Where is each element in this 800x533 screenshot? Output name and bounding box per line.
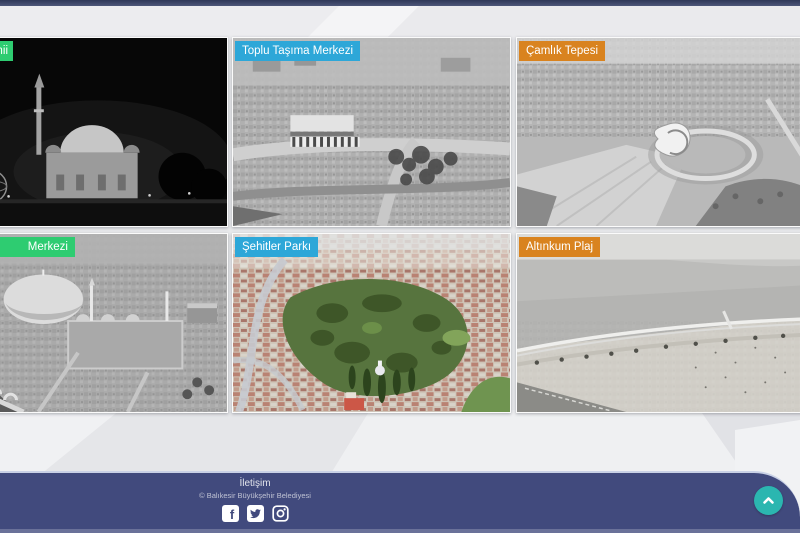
photo-beach-aerial	[517, 234, 800, 412]
footer-contact-column: İletişim © Balıkesir Büyükşehir Belediye…	[130, 475, 380, 522]
twitter-link[interactable]	[247, 505, 264, 522]
photo-bus-terminal-aerial	[233, 38, 510, 226]
footer: İletişim © Balıkesir Büyükşehir Belediye…	[0, 471, 800, 533]
gallery-card-sehitler-parki[interactable]: Şehitler Parkı	[232, 233, 511, 413]
card-label-sehitler-parki: Şehitler Parkı	[235, 237, 318, 257]
photo-night-mosque	[0, 38, 227, 226]
social-links: f	[130, 505, 380, 522]
svg-text:f: f	[229, 507, 234, 522]
card-label-camii: Camii	[0, 41, 13, 61]
gallery-card-toplu-tasima-merkezi[interactable]: Toplu Taşıma Merkezi	[232, 37, 511, 227]
top-navigation-bar	[0, 0, 800, 6]
instagram-link[interactable]	[272, 505, 289, 522]
card-label-camlik-tepesi: Çamlık Tepesi	[519, 41, 605, 61]
twitter-icon	[247, 505, 264, 522]
card-label-altinkum-plaj: Altınkum Plaj	[519, 237, 600, 257]
gallery-card-altinkum-plaj[interactable]: Altınkum Plaj	[516, 233, 800, 413]
facebook-icon: f	[222, 505, 239, 522]
photo-city-park-aerial	[233, 234, 510, 412]
chevron-up-icon	[760, 492, 777, 509]
card-label-toplu-tasima-merkezi: Toplu Taşıma Merkezi	[235, 41, 360, 61]
photo-hilltop-park-aerial	[517, 38, 800, 226]
photo-mosque-complex-aerial	[0, 234, 227, 412]
facebook-link[interactable]: f	[222, 505, 239, 522]
card-label-merkezi: Merkezi	[0, 237, 75, 257]
scroll-to-top-button[interactable]	[754, 486, 783, 515]
instagram-icon	[272, 505, 289, 522]
footer-heading: İletişim	[130, 478, 380, 489]
gallery-card-merkezi[interactable]: Merkezi	[0, 233, 228, 413]
footer-copyright: © Balıkesir Büyükşehir Belediyesi	[130, 491, 380, 500]
gallery-card-camii[interactable]: Camii	[0, 37, 228, 227]
gallery-card-camlik-tepesi[interactable]: Çamlık Tepesi	[516, 37, 800, 227]
footer-bottom-strip	[0, 529, 800, 533]
